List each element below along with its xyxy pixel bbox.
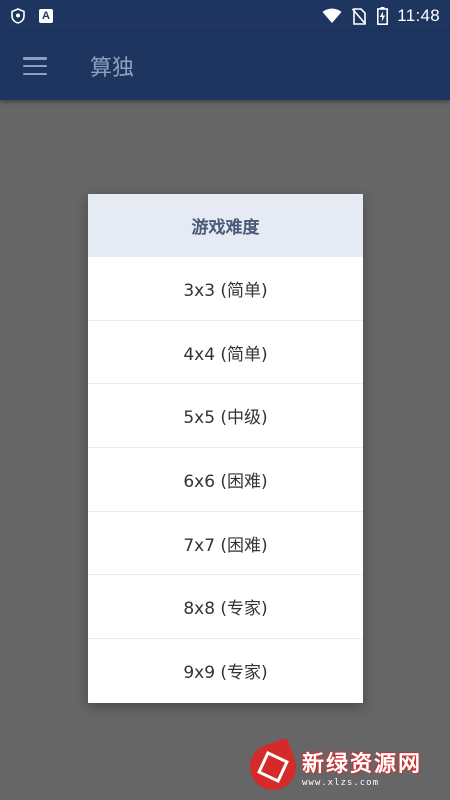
status-time: 11:48 (397, 6, 440, 25)
no-sim-icon (351, 7, 367, 25)
menu-button[interactable] (0, 32, 70, 100)
difficulty-option-5x5[interactable]: 5x5 (中级) (88, 384, 363, 449)
difficulty-option-7x7[interactable]: 7x7 (困难) (88, 512, 363, 576)
app-a-icon: A (38, 8, 54, 24)
watermark-url: www.xlzs.com (302, 778, 380, 788)
hamburger-menu-icon (23, 57, 47, 75)
watermark-text: 新绿资源网 (302, 752, 423, 777)
shield-icon (10, 8, 26, 24)
status-left: A (10, 8, 54, 24)
app-a-letter: A (39, 9, 53, 23)
app-bar: 算独 (0, 32, 450, 100)
watermark: 新绿资源网 www.xlzs.com (243, 737, 440, 797)
difficulty-option-4x4[interactable]: 4x4 (简单) (88, 321, 363, 385)
status-bar: A 11:48 (0, 0, 450, 32)
battery-charging-icon (376, 7, 388, 25)
app-title: 算独 (90, 56, 135, 81)
wifi-icon (322, 8, 342, 24)
difficulty-option-3x3[interactable]: 3x3 (简单) (88, 257, 363, 321)
difficulty-option-9x9[interactable]: 9x9 (专家) (88, 639, 363, 703)
dialog-title: 游戏难度 (88, 194, 363, 257)
difficulty-dialog: 游戏难度 3x3 (简单) 4x4 (简单) 5x5 (中级) 6x6 (困难)… (88, 194, 363, 703)
status-right: 11:48 (322, 6, 440, 26)
difficulty-option-6x6[interactable]: 6x6 (困难) (88, 448, 363, 512)
watermark-text-block: 新绿资源网 www.xlzs.com (302, 746, 422, 788)
difficulty-option-8x8[interactable]: 8x8 (专家) (88, 575, 363, 640)
watermark-logo-icon (243, 737, 303, 797)
